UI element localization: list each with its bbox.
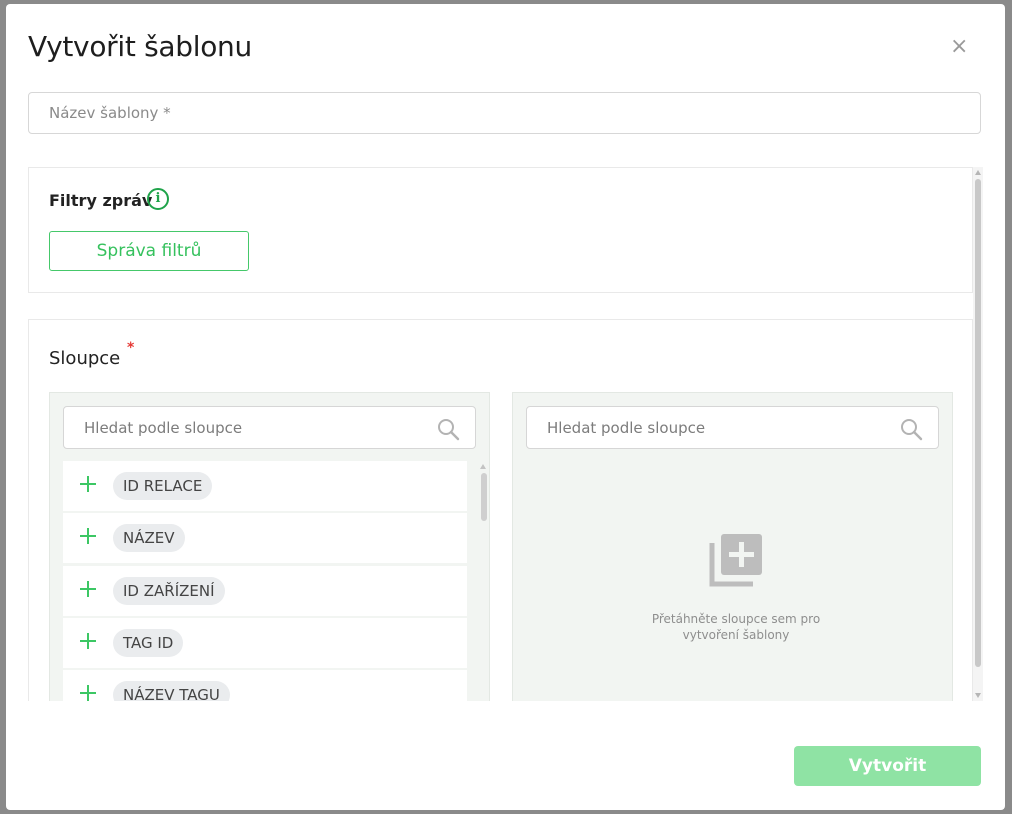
scroll-up-arrow-icon[interactable] [975, 170, 981, 175]
column-chip[interactable]: NÁZEV TAGU [113, 681, 230, 701]
scrollbar-thumb[interactable] [481, 473, 487, 521]
available-columns-search-input[interactable] [64, 407, 464, 448]
add-column-icon[interactable] [78, 526, 98, 546]
dialog-body-scroll-area: Filtry zpráv i Správa filtrů Sloupce * H… [28, 167, 983, 701]
selected-columns-panel[interactable]: Přetáhněte sloupce sem pro vytvoření šab… [512, 392, 953, 701]
add-library-icon [709, 534, 762, 587]
add-column-icon[interactable] [78, 631, 98, 651]
create-button[interactable]: Vytvořit [794, 746, 981, 786]
list-item[interactable]: ID ZAŘÍZENÍ [63, 566, 467, 616]
list-item[interactable]: NÁZEV TAGU [63, 670, 467, 701]
create-template-dialog: Vytvořit šablonu × Filtry zpráv i Správa… [6, 4, 1005, 810]
template-name-input[interactable] [28, 92, 981, 134]
available-columns-panel: ID RELACE NÁZEV ID ZAŘÍZENÍ TAG ID [49, 392, 490, 701]
column-chip[interactable]: ID RELACE [113, 472, 213, 500]
available-columns-search [63, 406, 476, 449]
dialog-title: Vytvořit šablonu [28, 30, 252, 63]
columns-list-scrollbar[interactable] [478, 461, 488, 701]
columns-section: Sloupce * ID RELACE [28, 319, 973, 701]
search-icon[interactable] [899, 417, 923, 441]
add-column-icon[interactable] [78, 579, 98, 599]
column-chip[interactable]: ID ZAŘÍZENÍ [113, 577, 225, 605]
available-columns-list: ID RELACE NÁZEV ID ZAŘÍZENÍ TAG ID NÁZEV… [63, 461, 467, 701]
scroll-up-arrow-icon[interactable] [480, 464, 486, 469]
drop-hint-text: Přetáhněte sloupce sem pro vytvoření šab… [651, 612, 821, 642]
info-icon[interactable]: i [147, 188, 169, 210]
add-column-icon[interactable] [78, 683, 98, 701]
list-item[interactable]: ID RELACE [63, 461, 467, 511]
columns-title: Sloupce [49, 348, 121, 369]
close-icon[interactable]: × [950, 36, 968, 58]
list-item[interactable]: NÁZEV [63, 513, 467, 563]
column-chip[interactable]: NÁZEV [113, 524, 185, 552]
scroll-down-arrow-icon[interactable] [975, 693, 981, 698]
selected-columns-search [526, 406, 939, 449]
required-asterisk: * [127, 340, 135, 356]
add-column-icon[interactable] [78, 474, 98, 494]
manage-filters-button[interactable]: Správa filtrů [49, 231, 249, 271]
search-icon[interactable] [436, 417, 460, 441]
dialog-scrollbar[interactable] [973, 167, 983, 701]
selected-columns-search-input[interactable] [527, 407, 927, 448]
list-item[interactable]: TAG ID [63, 618, 467, 668]
filters-title: Filtry zpráv [49, 191, 153, 210]
column-chip[interactable]: TAG ID [113, 629, 184, 657]
scrollbar-thumb[interactable] [975, 179, 981, 667]
filters-section: Filtry zpráv i Správa filtrů [28, 167, 973, 293]
